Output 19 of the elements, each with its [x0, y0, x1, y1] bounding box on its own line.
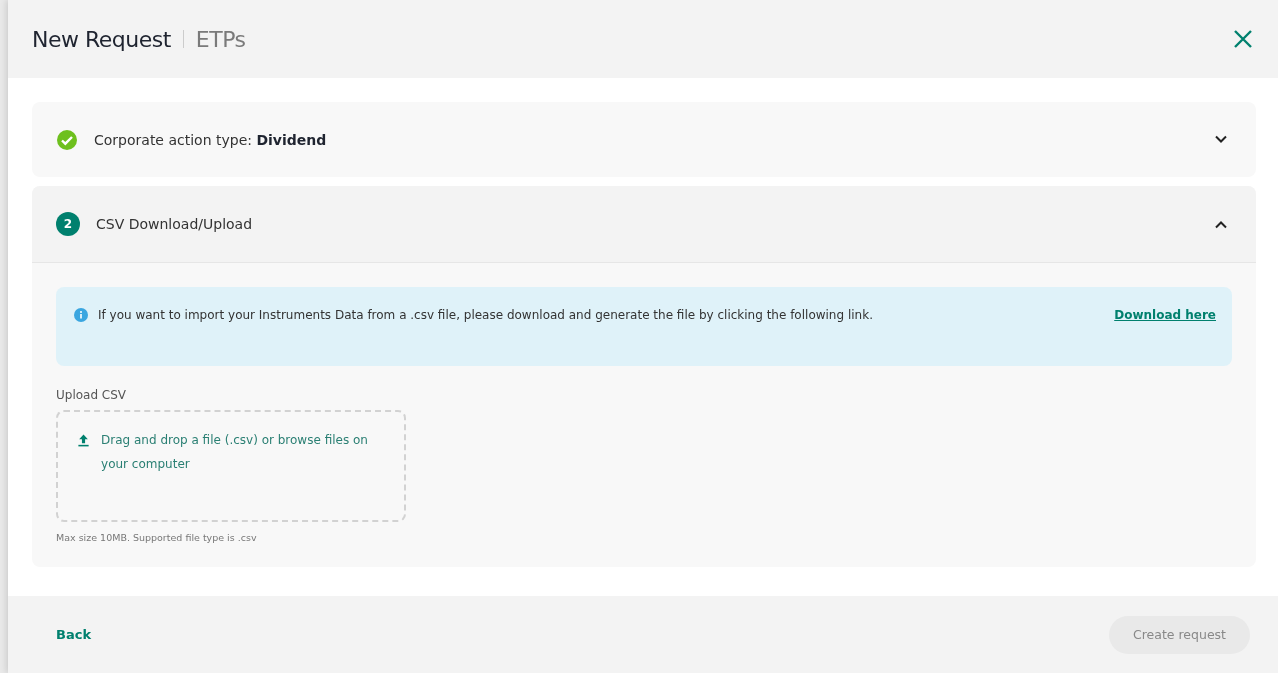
chevron-down-icon[interactable] — [1214, 135, 1228, 144]
back-link[interactable]: Back — [56, 627, 92, 642]
field-label: Upload CSV — [56, 388, 128, 402]
dropzone-text: Drag and drop a file (.csv) or browse files on your computer — [101, 432, 369, 473]
file-hint: Max size 10MB. Supported file type is .csv — [56, 532, 258, 543]
dialog-title: New Request — [32, 26, 171, 52]
chevron-up-icon[interactable] — [1214, 219, 1228, 229]
step-title: Corporate action type: Dividend — [94, 131, 328, 148]
info-text: If you want to import your Instruments Data from a .csv file, please download and generate the file by clicking the following link. — [98, 307, 874, 323]
close-button[interactable] — [1232, 28, 1254, 50]
step-number: 2 — [56, 212, 80, 236]
step-header[interactable]: 2 CSV Download/Upload — [32, 186, 1256, 263]
check-circle-icon — [56, 128, 78, 151]
info-icon — [74, 308, 88, 322]
download-link[interactable]: Download here — [1114, 307, 1216, 323]
upload-icon — [78, 432, 90, 449]
file-dropzone[interactable]: Drag and drop a file (.csv) or browse files on your computer — [56, 410, 406, 522]
step-title: CSV Download/Upload — [96, 216, 254, 232]
dialog-subtitle: ETPs — [195, 26, 247, 52]
